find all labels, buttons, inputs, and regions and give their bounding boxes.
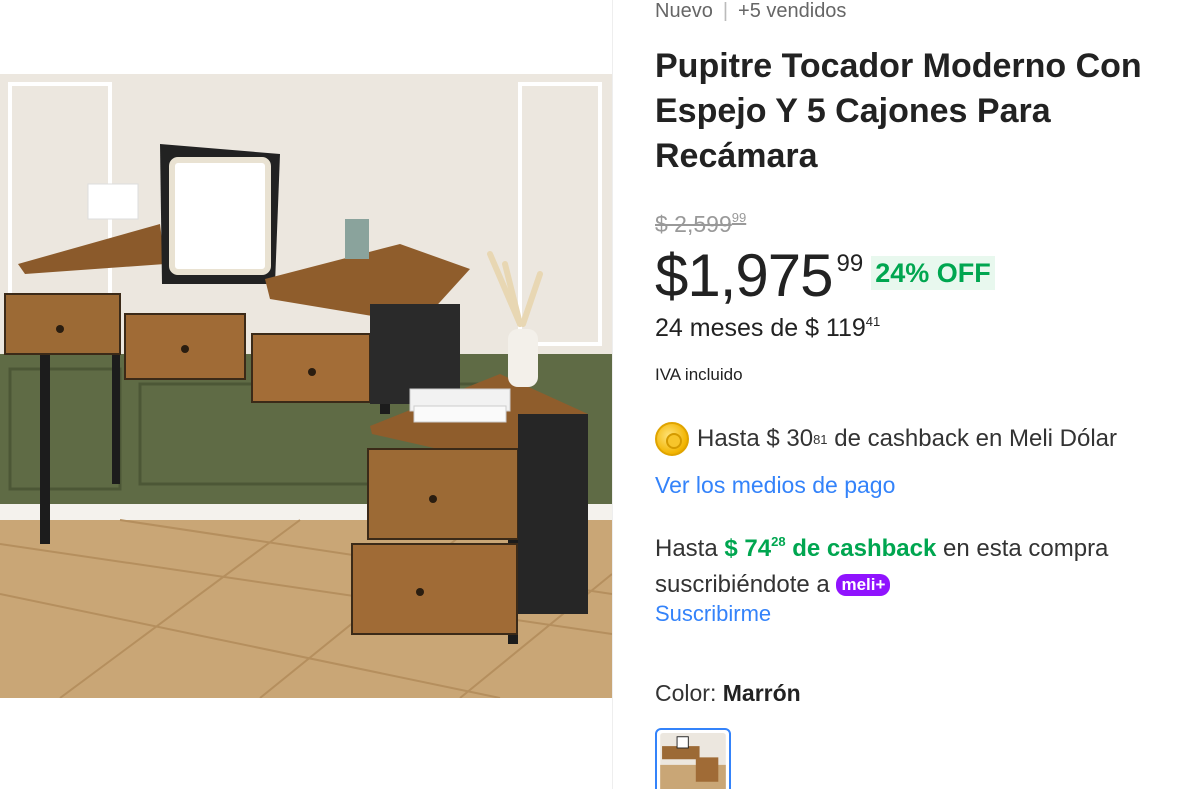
- current-price-cents: 99: [836, 250, 864, 277]
- color-value: Marrón: [722, 680, 801, 706]
- color-swatch-thumbnail: [660, 733, 726, 789]
- meli-dolar-suffix: de cashback en Meli Dólar: [827, 425, 1118, 452]
- meli-plus-amount: $ 7428 de cashback: [724, 534, 937, 562]
- meli-plus-cashback-label: de cashback: [785, 535, 937, 562]
- installments-info: 24 meses de $ 11941: [655, 314, 880, 343]
- current-price: $1,975: [655, 242, 834, 309]
- discount-badge: 24% OFF: [871, 256, 995, 290]
- product-main-image[interactable]: [0, 74, 612, 698]
- subtitle-separator: |: [722, 0, 729, 22]
- meli-plus-badge: meli+: [836, 574, 891, 596]
- installments-text: 24 meses de $ 119: [655, 314, 866, 342]
- color-swatch-marron[interactable]: [655, 728, 731, 789]
- original-price-cents: 99: [731, 210, 747, 225]
- meli-dolar-cents: 81: [813, 431, 828, 447]
- installments-cents: 41: [865, 314, 881, 329]
- meli-plus-cents: 28: [771, 534, 786, 549]
- condition-label: Nuevo: [655, 0, 713, 22]
- sold-count: +5 vendidos: [738, 0, 847, 22]
- product-subtitle: Nuevo | +5 vendidos: [655, 0, 846, 23]
- payment-methods-link[interactable]: Ver los medios de pago: [655, 472, 895, 499]
- color-label: Color:: [655, 680, 723, 706]
- tax-note: IVA incluido: [655, 365, 743, 384]
- meli-plus-prefix: Hasta: [655, 535, 725, 562]
- product-title: Pupitre Tocador Moderno Con Espejo Y 5 C…: [655, 47, 1142, 175]
- subscribe-link[interactable]: Suscribirme: [655, 601, 771, 627]
- product-gallery: [0, 0, 612, 789]
- meli-dolar-prefix: Hasta $ 30: [697, 425, 814, 452]
- original-price: $ 2,59999: [655, 210, 746, 238]
- current-price-row: $1,975 99 24% OFF: [655, 244, 995, 308]
- original-price-whole: $ 2,599: [655, 211, 732, 237]
- meli-plus-cashback: Hasta $ 7428 de cashback en esta compra …: [655, 524, 1195, 603]
- meli-dolar-cashback: Hasta $ 30 81 de cashback en Meli Dólar: [655, 422, 1117, 456]
- color-selector-label: Color: Marrón: [655, 680, 801, 707]
- vertical-divider: [612, 0, 613, 789]
- meli-plus-amount-value: $ 74: [724, 535, 772, 562]
- meli-dolar-coin-icon: [655, 422, 689, 456]
